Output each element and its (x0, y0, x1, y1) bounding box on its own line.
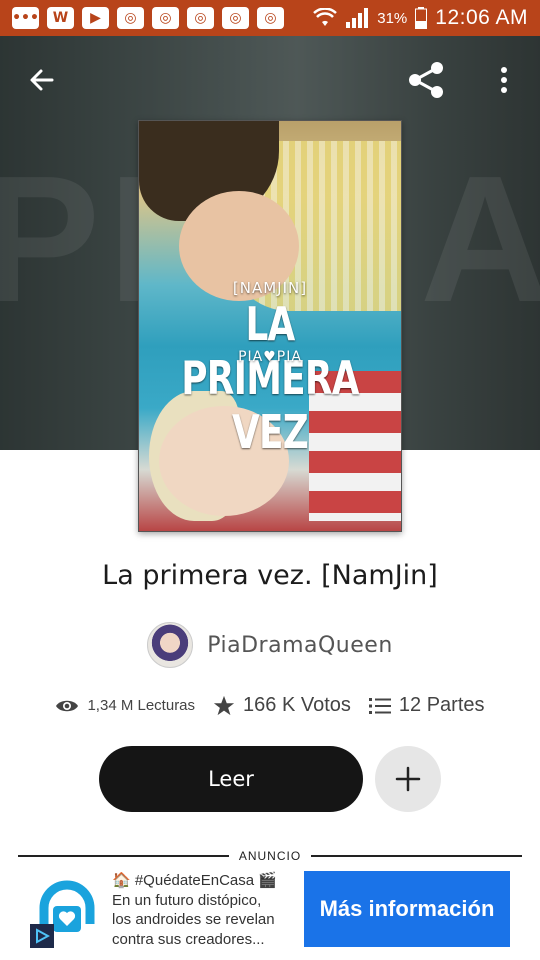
wifi-icon (313, 8, 338, 26)
parts-stat: 12 Partes (368, 694, 485, 717)
chat-icon: ◎ (187, 7, 214, 29)
cover-author: PIA♥PIA (238, 349, 302, 365)
list-icon (368, 697, 391, 714)
chat-icon: ◎ (222, 7, 249, 29)
cover-title: LA PRIMERA VEZ (181, 297, 359, 459)
votes-count: 166 K Votos (243, 694, 351, 716)
ad-body-line: En un futuro distópico, (112, 891, 262, 909)
reads-stat: 1,34 M Lecturas (55, 697, 195, 714)
notification-icons: ••• W ▶ ◎ ◎ ◎ ◎ ◎ (12, 7, 284, 29)
arrow-left-icon (30, 69, 54, 91)
ad-choices-icon[interactable] (30, 924, 54, 948)
book-cover[interactable]: [NAMJIN] LA PRIMERA VEZ PIA♥PIA (138, 120, 402, 532)
ad-headline: 🏠 #QuédateEnCasa 🎬 (112, 872, 277, 889)
ad-body-line: contra sus creadores... (112, 930, 265, 948)
chat-icon: ◎ (152, 7, 179, 29)
plus-icon (395, 766, 421, 792)
battery-percent: 31% (377, 9, 408, 27)
chat-icon: ◎ (117, 7, 144, 29)
more-vertical-icon (501, 67, 507, 93)
reads-count: 1,34 M Lecturas (87, 697, 196, 714)
chat-icon: ◎ (257, 7, 284, 29)
star-icon (213, 695, 235, 715)
ad-divider: ANUNCIO (18, 849, 522, 863)
author-name: PiaDramaQueen (207, 632, 393, 658)
avatar (147, 622, 194, 668)
message-icon: ••• (12, 7, 39, 29)
status-bar: ••• W ▶ ◎ ◎ ◎ ◎ ◎ 31% 12:06 AM (0, 0, 540, 36)
cover-tag: [NAMJIN] (232, 279, 308, 297)
parts-count: 12 Partes (398, 694, 485, 716)
votes-stat: 166 K Votos (213, 694, 351, 717)
back-button[interactable] (20, 58, 64, 102)
w-icon: W (47, 7, 74, 29)
story-stats: 1,34 M Lecturas 166 K Votos 12 Partes (0, 694, 540, 717)
ad-description[interactable]: 🏠 #QuédateEnCasa 🎬 En un futuro distópic… (112, 871, 296, 949)
signal-icon (346, 8, 369, 28)
read-button[interactable]: Leer (99, 746, 363, 812)
share-button[interactable] (404, 58, 448, 102)
story-title: La primera vez. [NamJin] (102, 560, 438, 591)
ad-label: ANUNCIO (238, 849, 302, 863)
battery-icon (415, 7, 428, 29)
ad-body-line: los androides se revelan (112, 911, 275, 928)
clock: 12:06 AM (435, 6, 528, 29)
ad-more-info-button[interactable]: Más información (304, 871, 510, 947)
author-link[interactable]: PiaDramaQueen (0, 622, 540, 668)
add-to-library-button[interactable] (375, 746, 441, 812)
youtube-icon: ▶ (82, 7, 109, 29)
share-icon (409, 62, 443, 98)
more-options-button[interactable] (482, 58, 526, 102)
eye-icon (56, 700, 79, 711)
